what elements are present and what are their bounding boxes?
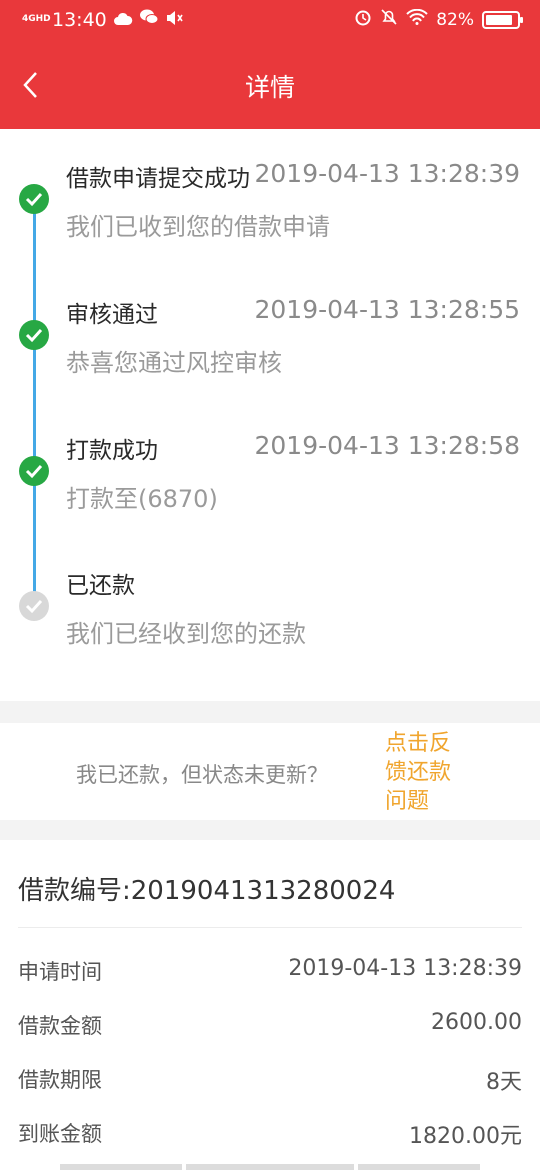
bottom-button[interactable] [186,1164,354,1170]
check-icon [19,184,49,214]
row-value: 2019-04-13 13:28:39 [288,956,522,981]
battery-percent: 82% [436,9,474,30]
status-time: 13:40 [52,8,107,31]
alarm-icon [354,8,372,31]
network-indicator: 4GHD [22,14,51,24]
bottom-action-bar [0,1164,540,1170]
divider [18,927,522,928]
row-value: 2600.00 [431,1010,522,1035]
step-time: 2019-04-13 13:28:55 [254,295,520,324]
detail-row: 申请时间 2019-04-13 13:28:39 [18,948,522,988]
loan-number: 借款编号:2019041313280024 [18,876,396,906]
wifi-icon [406,8,428,30]
feedback-section: 我已还款，但状态未更新？ 点击反馈还款问题 [0,723,540,820]
wechat-icon [139,8,159,31]
row-label: 借款期限 [18,1068,102,1092]
step-desc: 恭喜您通过风控审核 [66,349,282,377]
timeline-line [33,209,36,609]
feedback-text: 我已还款，但状态未更新？ [76,763,328,787]
notification-off-icon [380,8,398,31]
step-title: 已还款 [66,573,135,599]
row-label: 到账金额 [18,1122,102,1146]
detail-row: 到账金额 1820.00元 [18,1110,522,1150]
detail-row: 借款金额 2600.00 [18,1002,522,1042]
timeline-step: 借款申请提交成功 2019-04-13 13:28:39 我们已收到您的借款申请 [0,159,540,269]
step-desc: 我们已收到您的借款申请 [66,213,330,241]
step-title: 借款申请提交成功 [66,166,250,192]
pending-check-icon [19,591,49,621]
bottom-button[interactable] [358,1164,480,1170]
step-desc: 打款至(6870) [66,485,218,513]
row-value: 8天 [486,1070,522,1095]
section-separator [0,701,540,723]
app-header: 4GHD 13:40 82% 详情 [0,0,540,129]
step-time: 2019-04-13 13:28:58 [254,431,520,460]
cloud-icon [113,9,133,31]
mute-icon [165,9,183,31]
status-bar: 4GHD 13:40 82% [0,0,540,42]
page-title: 详情 [244,73,295,102]
loan-detail: 借款编号:2019041313280024 申请时间 2019-04-13 13… [0,840,540,1170]
row-value: 1820.00元 [409,1124,522,1149]
timeline-step: 已还款 我们已经收到您的还款 [0,566,540,676]
detail-row: 借款期限 8天 [18,1056,522,1096]
row-label: 申请时间 [18,960,102,984]
check-icon [19,456,49,486]
timeline-step: 打款成功 2019-04-13 13:28:58 打款至(6870) [0,431,540,541]
row-label: 借款金额 [18,1014,102,1038]
step-desc: 我们已经收到您的还款 [66,620,306,648]
check-icon [19,320,49,350]
feedback-link[interactable]: 点击反馈还款问题 [385,729,465,816]
progress-timeline: 借款申请提交成功 2019-04-13 13:28:39 我们已收到您的借款申请… [0,129,540,701]
step-title: 打款成功 [66,438,158,464]
bottom-button[interactable] [60,1164,182,1170]
nav-bar: 详情 [0,42,540,129]
battery-icon [482,10,523,29]
step-title: 审核通过 [66,302,158,328]
step-time: 2019-04-13 13:28:39 [254,159,520,188]
timeline-step: 审核通过 2019-04-13 13:28:55 恭喜您通过风控审核 [0,295,540,405]
section-separator [0,820,540,840]
